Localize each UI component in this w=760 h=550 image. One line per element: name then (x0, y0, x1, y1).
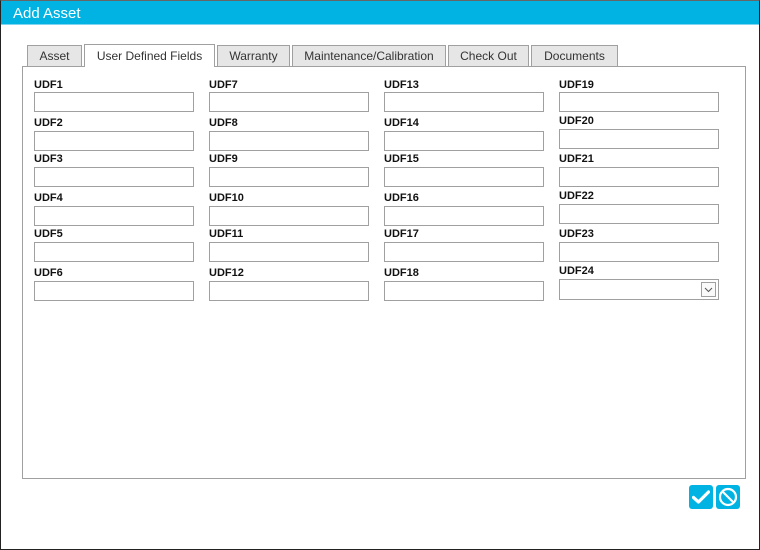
udf16-label: UDF16 (384, 192, 419, 204)
udf3-input[interactable] (34, 167, 194, 187)
udf24-select[interactable] (559, 279, 719, 300)
udf6-input[interactable] (34, 281, 194, 301)
udf19-label: UDF19 (559, 79, 594, 91)
dialog-titlebar: Add Asset (1, 1, 759, 25)
udf11-input[interactable] (209, 242, 369, 262)
udf10-label: UDF10 (209, 192, 244, 204)
udf13-label: UDF13 (384, 79, 419, 91)
udf2-input[interactable] (34, 131, 194, 151)
udf7-input[interactable] (209, 92, 369, 112)
udf15-input[interactable] (384, 167, 544, 187)
udf8-input[interactable] (209, 131, 369, 151)
udf22-label: UDF22 (559, 190, 594, 202)
save-button[interactable] (689, 485, 713, 509)
udf17-input[interactable] (384, 242, 544, 262)
udf13-input[interactable] (384, 92, 544, 112)
udf4-label: UDF4 (34, 192, 63, 204)
udf17-label: UDF17 (384, 228, 419, 240)
tab-documents[interactable]: Documents (531, 45, 618, 67)
udf18-input[interactable] (384, 281, 544, 301)
udf9-label: UDF9 (209, 153, 238, 165)
tab-asset[interactable]: Asset (27, 45, 82, 67)
udf22-input[interactable] (559, 204, 719, 224)
checkmark-icon (692, 490, 710, 504)
udf7-label: UDF7 (209, 79, 238, 91)
udf2-label: UDF2 (34, 117, 63, 129)
udf9-input[interactable] (209, 167, 369, 187)
udf23-input[interactable] (559, 242, 719, 262)
udf12-input[interactable] (209, 281, 369, 301)
udf6-label: UDF6 (34, 267, 63, 279)
udf19-input[interactable] (559, 92, 719, 112)
udf21-input[interactable] (559, 167, 719, 187)
udf23-label: UDF23 (559, 228, 594, 240)
udf20-label: UDF20 (559, 115, 594, 127)
udf5-input[interactable] (34, 242, 194, 262)
tab-check-out[interactable]: Check Out (448, 45, 529, 67)
udf11-label: UDF11 (209, 228, 244, 240)
udf12-label: UDF12 (209, 267, 244, 279)
udf1-label: UDF1 (34, 79, 63, 91)
add-asset-dialog: Add Asset Asset User Defined Fields Warr… (0, 0, 760, 550)
udf21-label: UDF21 (559, 153, 594, 165)
udf20-input[interactable] (559, 129, 719, 149)
udf18-label: UDF18 (384, 267, 419, 279)
udf3-label: UDF3 (34, 153, 63, 165)
udf10-input[interactable] (209, 206, 369, 226)
udf8-label: UDF8 (209, 117, 238, 129)
tab-maintenance-calibration[interactable]: Maintenance/Calibration (292, 45, 446, 67)
udf24-label: UDF24 (559, 265, 594, 277)
udf14-label: UDF14 (384, 117, 419, 129)
udf4-input[interactable] (34, 206, 194, 226)
tab-user-defined-fields[interactable]: User Defined Fields (84, 44, 215, 67)
udf16-input[interactable] (384, 206, 544, 226)
cancel-icon (718, 487, 738, 507)
udf1-input[interactable] (34, 92, 194, 112)
udf14-input[interactable] (384, 131, 544, 151)
dialog-title: Add Asset (13, 5, 81, 22)
cancel-button[interactable] (716, 485, 740, 509)
udf5-label: UDF5 (34, 228, 63, 240)
udf15-label: UDF15 (384, 153, 419, 165)
chevron-down-icon[interactable] (701, 282, 716, 297)
tab-warranty[interactable]: Warranty (217, 45, 290, 67)
